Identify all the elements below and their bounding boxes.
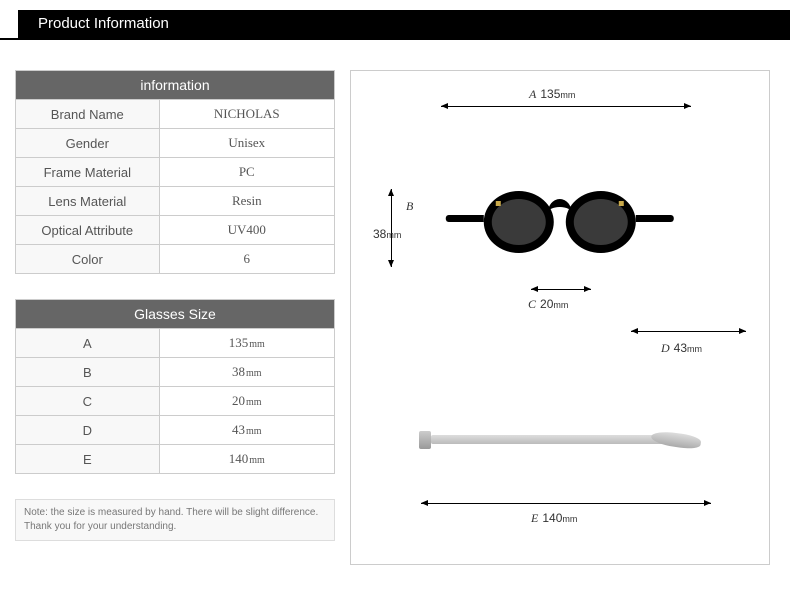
size-label: D [16, 416, 160, 445]
info-label: Frame Material [16, 158, 160, 187]
size-value: 140mm [159, 445, 334, 474]
header-bar: Product Information [0, 10, 790, 38]
table-row: Frame MaterialPC [16, 158, 335, 187]
size-label: E [16, 445, 160, 474]
size-value: 43mm [159, 416, 334, 445]
dimension-label-a: A135mm [529, 87, 575, 102]
content: information Brand NameNICHOLAS GenderUni… [0, 40, 790, 565]
info-label: Lens Material [16, 187, 160, 216]
size-value: 135mm [159, 329, 334, 358]
dimension-label-b-letter: B [406, 199, 417, 214]
dimension-label-c: C20mm [528, 297, 568, 312]
table-row: D43mm [16, 416, 335, 445]
info-value: NICHOLAS [159, 100, 334, 129]
size-note: Note: the size is measured by hand. Ther… [15, 499, 335, 541]
dimension-arrow-a [441, 106, 691, 107]
dimension-arrow-e [421, 503, 711, 504]
page-title: Product Information [0, 10, 790, 32]
info-label: Gender [16, 129, 160, 158]
table-row: C20mm [16, 387, 335, 416]
size-table: Glasses Size A135mm B38mm C20mm D43mm E1… [15, 299, 335, 474]
glasses-front-icon [484, 191, 636, 258]
info-label: Optical Attribute [16, 216, 160, 245]
left-column: information Brand NameNICHOLAS GenderUni… [15, 70, 335, 565]
glasses-temple-icon [431, 435, 671, 444]
info-value: 6 [159, 245, 334, 274]
size-label: B [16, 358, 160, 387]
size-value: 20mm [159, 387, 334, 416]
info-value: UV400 [159, 216, 334, 245]
diagram-panel: A135mm B 38mm C20mm D43mm E140m [350, 70, 770, 565]
info-table-header: information [16, 71, 335, 100]
info-value: Resin [159, 187, 334, 216]
table-row: A135mm [16, 329, 335, 358]
table-row: Color6 [16, 245, 335, 274]
table-row: Optical AttributeUV400 [16, 216, 335, 245]
information-table: information Brand NameNICHOLAS GenderUni… [15, 70, 335, 274]
table-row: B38mm [16, 358, 335, 387]
table-row: Brand NameNICHOLAS [16, 100, 335, 129]
info-value: PC [159, 158, 334, 187]
dimension-arrow-d [631, 331, 746, 332]
dimension-label-b: 38mm [373, 227, 401, 241]
size-label: A [16, 329, 160, 358]
dimension-label-d: D43mm [661, 341, 702, 356]
info-label: Brand Name [16, 100, 160, 129]
table-row: GenderUnisex [16, 129, 335, 158]
table-row: Lens MaterialResin [16, 187, 335, 216]
size-table-header: Glasses Size [16, 300, 335, 329]
dimension-label-e: E140mm [531, 511, 577, 526]
size-label: C [16, 387, 160, 416]
size-value: 38mm [159, 358, 334, 387]
dimension-arrow-c [531, 289, 591, 290]
info-label: Color [16, 245, 160, 274]
info-value: Unisex [159, 129, 334, 158]
table-row: E140mm [16, 445, 335, 474]
